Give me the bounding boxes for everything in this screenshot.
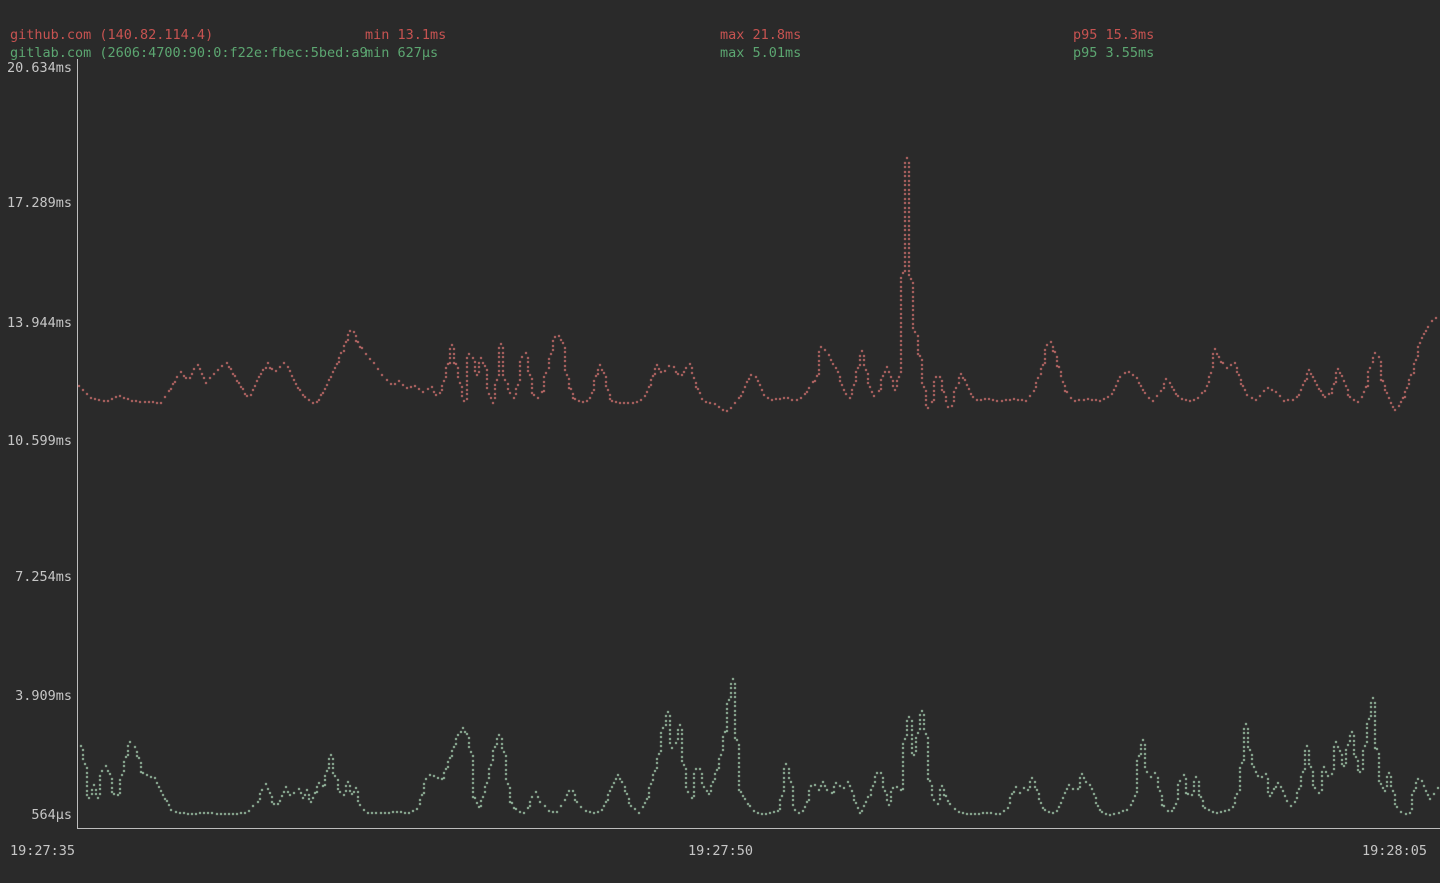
host-github-max-stat: max 21.8ms (720, 26, 801, 44)
host-gitlab-max-stat: max 5.01ms (720, 44, 801, 62)
x-axis-line (77, 828, 1440, 829)
y-tick-label-2: 13.944ms (0, 314, 72, 332)
y-tick-label-6: 564µs (0, 806, 72, 824)
y-tick-label-4: 7.254ms (0, 568, 72, 586)
y-tick-label-1: 17.289ms (0, 194, 72, 212)
host-gitlab-min-stat: min 627µs (365, 44, 438, 62)
terminal-latency-graph: github.com (140.82.114.4) min 13.1ms max… (0, 0, 1440, 883)
host-github-min-stat: min 13.1ms (365, 26, 446, 44)
y-axis-line (77, 59, 78, 829)
latency-graph-canvas (0, 0, 1440, 883)
x-tick-label-start: 19:27:35 (10, 842, 75, 860)
host-gitlab-p95-stat: p95 3.55ms (1073, 44, 1154, 62)
x-tick-label-end: 19:28:05 (1362, 842, 1427, 860)
host-github-p95-stat: p95 15.3ms (1073, 26, 1154, 44)
y-tick-label-0: 20.634ms (0, 59, 72, 77)
x-tick-label-middle: 19:27:50 (688, 842, 753, 860)
host-label-github: github.com (140.82.114.4) (10, 26, 213, 44)
y-tick-label-3: 10.599ms (0, 432, 72, 450)
y-tick-label-5: 3.909ms (0, 687, 72, 705)
